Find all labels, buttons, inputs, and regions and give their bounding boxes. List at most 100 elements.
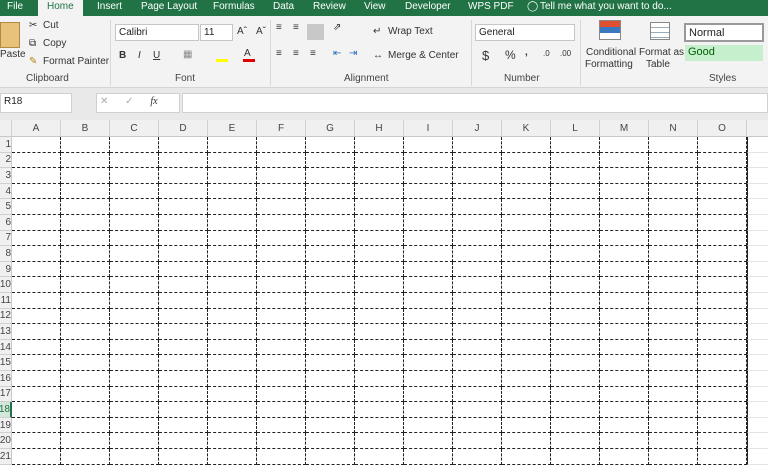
column-header-C[interactable]: C bbox=[110, 120, 159, 137]
conditional-formatting-label[interactable]: Conditional bbox=[586, 47, 636, 58]
cell-L15[interactable] bbox=[551, 355, 600, 371]
cell-L1[interactable] bbox=[551, 137, 600, 153]
cell-G5[interactable] bbox=[306, 199, 355, 215]
cell-O15[interactable] bbox=[698, 355, 747, 371]
cell-H6[interactable] bbox=[355, 215, 404, 231]
cell-D17[interactable] bbox=[159, 386, 208, 403]
cell-P9[interactable] bbox=[747, 261, 768, 278]
cell-G11[interactable] bbox=[306, 293, 355, 309]
row-header-3[interactable]: 3 bbox=[0, 168, 12, 184]
cell-B8[interactable] bbox=[61, 246, 110, 262]
cell-O10[interactable] bbox=[698, 277, 747, 293]
cell-D7[interactable] bbox=[159, 230, 208, 247]
tab-data[interactable]: Data bbox=[273, 1, 294, 12]
cell-J16[interactable] bbox=[453, 371, 502, 387]
cell-K4[interactable] bbox=[502, 183, 551, 200]
cell-P3[interactable] bbox=[747, 168, 768, 184]
tab-developer[interactable]: Developer bbox=[405, 1, 451, 12]
cell-G7[interactable] bbox=[306, 230, 355, 247]
cell-N3[interactable] bbox=[649, 168, 698, 184]
cell-D12[interactable] bbox=[159, 308, 208, 325]
cell-M20[interactable] bbox=[600, 433, 649, 449]
cell-M8[interactable] bbox=[600, 246, 649, 262]
underline-button[interactable]: U bbox=[153, 50, 160, 61]
cell-D10[interactable] bbox=[159, 277, 208, 293]
cell-H9[interactable] bbox=[355, 261, 404, 278]
comma-button[interactable]: , bbox=[525, 47, 528, 58]
cell-B16[interactable] bbox=[61, 371, 110, 387]
cell-O1[interactable] bbox=[698, 137, 747, 153]
cell-O18[interactable] bbox=[698, 402, 747, 418]
cell-A2[interactable] bbox=[12, 152, 61, 169]
tab-review[interactable]: Review bbox=[313, 1, 346, 12]
cancel-icon[interactable]: ✕ bbox=[100, 96, 108, 107]
cell-A12[interactable] bbox=[12, 308, 61, 325]
cell-E16[interactable] bbox=[208, 371, 257, 387]
row-header-9[interactable]: 9 bbox=[0, 261, 12, 278]
cell-C10[interactable] bbox=[110, 277, 159, 293]
cell-O7[interactable] bbox=[698, 230, 747, 247]
cell-K8[interactable] bbox=[502, 246, 551, 262]
style-normal[interactable]: Normal bbox=[684, 23, 764, 42]
tell-me-search[interactable]: Tell me what you want to do... bbox=[540, 1, 672, 12]
cell-N8[interactable] bbox=[649, 246, 698, 262]
cell-B5[interactable] bbox=[61, 199, 110, 215]
cell-C18[interactable] bbox=[110, 402, 159, 418]
cell-M18[interactable] bbox=[600, 402, 649, 418]
cell-N16[interactable] bbox=[649, 371, 698, 387]
cell-C12[interactable] bbox=[110, 308, 159, 325]
cell-J10[interactable] bbox=[453, 277, 502, 293]
cell-P11[interactable] bbox=[747, 293, 768, 309]
cell-P18[interactable] bbox=[747, 402, 768, 418]
currency-button[interactable]: $ bbox=[482, 48, 489, 63]
cell-D20[interactable] bbox=[159, 433, 208, 449]
cell-A11[interactable] bbox=[12, 293, 61, 309]
cell-C5[interactable] bbox=[110, 199, 159, 215]
cell-P16[interactable] bbox=[747, 371, 768, 387]
cell-K9[interactable] bbox=[502, 261, 551, 278]
cell-A15[interactable] bbox=[12, 355, 61, 371]
cell-M7[interactable] bbox=[600, 230, 649, 247]
cell-D15[interactable] bbox=[159, 355, 208, 371]
cell-G3[interactable] bbox=[306, 168, 355, 184]
cell-A1[interactable] bbox=[12, 137, 61, 153]
cell-I10[interactable] bbox=[404, 277, 453, 293]
cell-O14[interactable] bbox=[698, 339, 747, 356]
cell-H12[interactable] bbox=[355, 308, 404, 325]
italic-button[interactable]: I bbox=[138, 50, 141, 61]
align-left-icon[interactable]: ≡ bbox=[276, 48, 282, 59]
column-header-H[interactable]: H bbox=[355, 120, 404, 137]
cell-I11[interactable] bbox=[404, 293, 453, 309]
cell-K20[interactable] bbox=[502, 433, 551, 449]
cell-G6[interactable] bbox=[306, 215, 355, 231]
cell-F21[interactable] bbox=[257, 449, 306, 465]
column-header-E[interactable]: E bbox=[208, 120, 257, 137]
cell-M16[interactable] bbox=[600, 371, 649, 387]
cell-N9[interactable] bbox=[649, 261, 698, 278]
cell-P6[interactable] bbox=[747, 215, 768, 231]
cell-H15[interactable] bbox=[355, 355, 404, 371]
row-header-7[interactable]: 7 bbox=[0, 230, 12, 247]
cell-E10[interactable] bbox=[208, 277, 257, 293]
cell-I15[interactable] bbox=[404, 355, 453, 371]
cell-G1[interactable] bbox=[306, 137, 355, 153]
cell-J8[interactable] bbox=[453, 246, 502, 262]
cell-B17[interactable] bbox=[61, 386, 110, 403]
cell-C4[interactable] bbox=[110, 183, 159, 200]
cell-P4[interactable] bbox=[747, 183, 768, 200]
format-as-table-label-2[interactable]: Table bbox=[646, 59, 670, 70]
cell-N12[interactable] bbox=[649, 308, 698, 325]
cell-D16[interactable] bbox=[159, 371, 208, 387]
cell-E14[interactable] bbox=[208, 339, 257, 356]
cell-E7[interactable] bbox=[208, 230, 257, 247]
cell-E21[interactable] bbox=[208, 449, 257, 465]
cell-L10[interactable] bbox=[551, 277, 600, 293]
cell-L21[interactable] bbox=[551, 449, 600, 465]
cell-O21[interactable] bbox=[698, 449, 747, 465]
percent-button[interactable]: % bbox=[505, 48, 516, 62]
cell-O3[interactable] bbox=[698, 168, 747, 184]
cell-I4[interactable] bbox=[404, 183, 453, 200]
cell-L7[interactable] bbox=[551, 230, 600, 247]
cell-J11[interactable] bbox=[453, 293, 502, 309]
row-header-18[interactable]: 18 bbox=[0, 402, 12, 418]
